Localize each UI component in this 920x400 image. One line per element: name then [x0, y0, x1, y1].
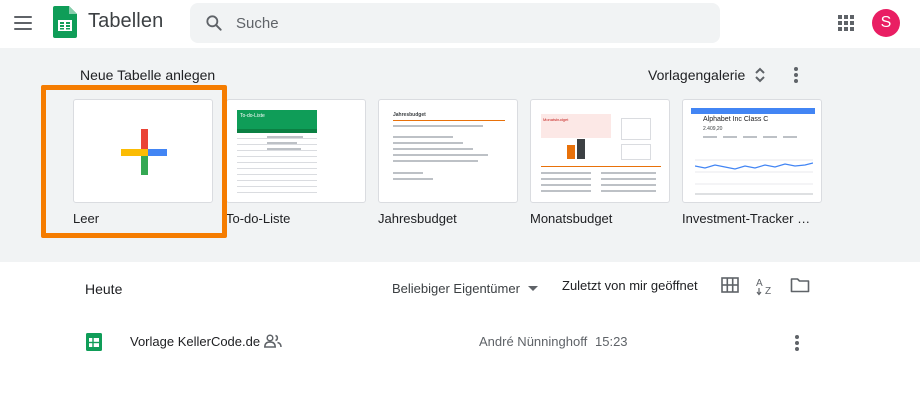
file-last-opened: 15:23 [595, 334, 628, 349]
new-spreadsheet-title: Neue Tabelle anlegen [80, 67, 216, 83]
template-label: Investment-Tracker a… [682, 211, 814, 226]
top-bar: Tabellen S [0, 0, 920, 48]
invest-thumb-value: 2.409,20 [703, 126, 723, 132]
app-title[interactable]: Tabellen [88, 10, 163, 33]
template-monthly-budget[interactable]: Monatsbudget Monatsbudget [530, 99, 670, 226]
more-options-icon[interactable] [786, 65, 806, 85]
search-bar[interactable] [190, 3, 720, 43]
file-owner: André Nünninghoff [479, 334, 588, 349]
investment-chart-icon [695, 159, 813, 195]
template-label: Leer [73, 211, 100, 226]
template-blank-thumbnail [73, 99, 213, 203]
annual-thumb-title: Jahresbudget [393, 112, 426, 118]
template-todo-thumbnail: To-do-Liste [226, 99, 366, 203]
sort-order-button[interactable]: Zuletzt von mir geöffnet [562, 278, 698, 293]
template-blank[interactable]: Leer [73, 99, 213, 226]
svg-text:A: A [756, 278, 763, 289]
main-menu-icon[interactable] [14, 12, 36, 34]
template-gallery-button[interactable]: Vorlagengalerie [648, 62, 767, 88]
todo-thumb-title: To-do-Liste [240, 113, 265, 119]
template-investment-thumbnail: Alphabet Inc Class C 2.409,20 [682, 99, 822, 203]
file-name: Vorlage KellerCode.de [130, 334, 261, 349]
template-annual-budget[interactable]: Jahresbudget Jahresbudget [378, 99, 518, 226]
sheets-file-icon [86, 333, 102, 351]
template-gallery-section: Neue Tabelle anlegen Vorlagengalerie Lee… [0, 48, 920, 262]
template-label: To-do-Liste [226, 211, 291, 226]
template-gallery-label: Vorlagengalerie [648, 67, 746, 83]
files-section-title: Heute [85, 281, 123, 297]
grid-view-icon[interactable] [721, 277, 739, 293]
invest-thumb-title: Alphabet Inc Class C [703, 116, 769, 123]
template-investment-tracker[interactable]: Alphabet Inc Class C 2.409,20 Investment… [682, 99, 822, 226]
template-todo[interactable]: To-do-Liste To-do-Liste [226, 99, 366, 226]
unfold-icon [755, 67, 766, 83]
dropdown-arrow-icon [527, 285, 538, 291]
owner-filter-label: Beliebiger Eigentümer [392, 280, 520, 296]
google-apps-icon[interactable] [836, 13, 856, 33]
account-avatar[interactable]: S [872, 9, 900, 37]
template-label: Jahresbudget [378, 211, 457, 226]
owner-filter-dropdown[interactable]: Beliebiger Eigentümer [392, 278, 538, 298]
template-label: Monatsbudget [530, 211, 613, 226]
shared-icon [264, 334, 282, 348]
template-monthly-budget-thumbnail: Monatsbudget [530, 99, 670, 203]
file-row[interactable]: Vorlage KellerCode.de André Nünninghoff … [0, 322, 920, 362]
plus-icon [121, 129, 167, 175]
search-icon[interactable] [204, 13, 224, 33]
sort-az-icon[interactable]: A Z [756, 276, 776, 296]
folder-icon[interactable] [790, 277, 810, 293]
file-more-options-icon[interactable] [787, 333, 807, 353]
monthly-thumb-title: Monatsbudget [543, 117, 569, 122]
search-input[interactable] [236, 13, 696, 33]
sheets-logo-icon[interactable] [53, 6, 77, 38]
svg-text:Z: Z [765, 286, 771, 296]
template-annual-budget-thumbnail: Jahresbudget [378, 99, 518, 203]
